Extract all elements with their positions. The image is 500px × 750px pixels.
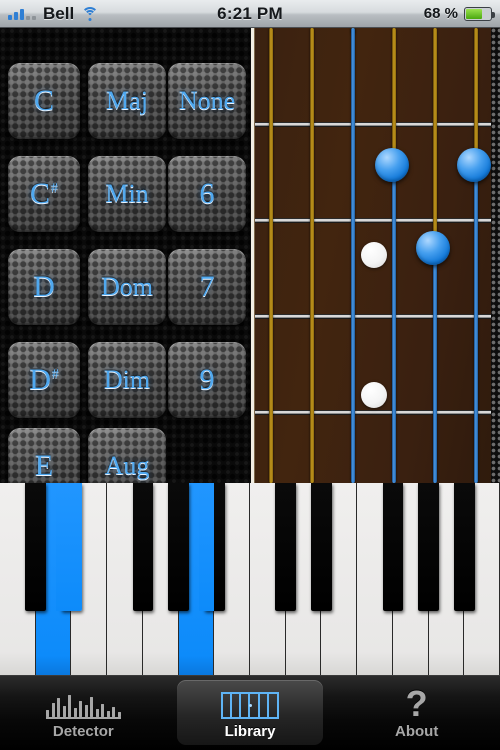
tab-about[interactable]: ? About — [333, 676, 500, 750]
fretboard-edge-right — [491, 28, 500, 483]
fretboard-icon — [221, 687, 279, 719]
sharp-symbol: # — [51, 366, 59, 381]
spectrum-icon — [46, 687, 121, 719]
battery-icon — [464, 6, 495, 21]
guitar-string[interactable] — [310, 28, 314, 483]
piano-black-key[interactable] — [168, 483, 189, 611]
main-content: C Maj None C# Min 6 D Dom 7 D# Dim 9 E Aug — [0, 28, 500, 504]
finger-position-dot[interactable] — [457, 148, 491, 182]
app-root: Bell 6:21 PM 68 % C Maj None C# Min 6 D Dom 7 D# D… — [0, 0, 500, 750]
tab-bar: Detector Library ? About — [0, 675, 500, 750]
chord-button-label: 9 — [199, 363, 215, 396]
tab-detector-label: Detector — [52, 722, 114, 740]
piano-keyboard-diagram[interactable] — [0, 483, 500, 675]
finger-position-dot[interactable] — [375, 148, 409, 182]
finger-position-dot[interactable] — [416, 231, 450, 265]
status-bar-right: 68 % — [250, 5, 495, 22]
chord-button-label: 7 — [199, 270, 215, 303]
guitar-fretboard-diagram[interactable] — [250, 28, 500, 483]
tab-about-label: About — [395, 722, 439, 740]
chord-button-label: C# — [30, 177, 58, 210]
piano-black-key[interactable] — [311, 483, 332, 611]
piano-black-key[interactable] — [453, 483, 475, 611]
chord-selector-grid: C Maj None C# Min 6 D Dom 7 D# Dim 9 E Aug — [0, 28, 250, 504]
chord-button-9[interactable]: 9 — [168, 342, 246, 418]
fret-line — [255, 314, 491, 319]
chord-button-min[interactable]: Min — [88, 156, 166, 232]
chord-button-maj[interactable]: Maj — [88, 63, 166, 139]
chord-button-none[interactable]: None — [168, 63, 246, 139]
battery-percent-label: 68 % — [423, 5, 458, 22]
chord-button-label: D# — [29, 363, 59, 396]
chord-button-dom[interactable]: Dom — [88, 249, 166, 325]
chord-button-6[interactable]: 6 — [168, 156, 246, 232]
question-mark-icon: ? — [405, 682, 428, 724]
tab-library-label: Library — [224, 722, 276, 740]
guitar-string[interactable] — [269, 28, 273, 483]
status-bar: Bell 6:21 PM 68 % — [0, 0, 500, 28]
piano-black-key[interactable] — [132, 483, 154, 611]
fretboard-inlay-marker — [361, 242, 387, 268]
guitar-string-fretted[interactable] — [392, 165, 396, 483]
chord-button-label: Dom — [101, 272, 153, 301]
piano-black-key[interactable] — [382, 483, 404, 611]
chord-button-label: None — [178, 86, 236, 115]
chord-button-label: Dim — [103, 365, 151, 394]
chord-button-label: D — [33, 270, 55, 303]
piano-white-key-highlight-stem — [199, 483, 215, 611]
chord-button-label: Min — [105, 179, 149, 208]
guitar-string[interactable] — [433, 28, 437, 254]
chord-button-label: Maj — [106, 86, 148, 115]
fretboard-inlay-marker — [361, 382, 387, 408]
chord-button-label: E — [34, 449, 54, 482]
chord-button-dim[interactable]: Dim — [88, 342, 166, 418]
fret-line — [255, 122, 491, 127]
tab-library[interactable]: Library — [167, 676, 334, 750]
chord-button-label: 6 — [199, 177, 215, 210]
sharp-symbol: # — [51, 180, 58, 195]
chord-button-dsharp[interactable]: D# — [8, 342, 80, 418]
piano-black-key[interactable] — [418, 483, 439, 611]
signal-strength-icon — [8, 7, 36, 20]
guitar-string-fretted[interactable] — [351, 28, 355, 483]
chord-button-d[interactable]: D — [8, 249, 80, 325]
piano-white-key-highlight-stem — [56, 483, 72, 611]
guitar-string-fretted[interactable] — [474, 165, 478, 483]
chord-button-7[interactable]: 7 — [168, 249, 246, 325]
piano-black-key[interactable] — [25, 483, 47, 611]
piano-black-key[interactable] — [275, 483, 297, 611]
chord-button-label: C — [33, 84, 54, 117]
guitar-string-fretted[interactable] — [433, 248, 437, 483]
chord-button-csharp[interactable]: C# — [8, 156, 80, 232]
fret-line — [255, 218, 491, 223]
tab-detector[interactable]: Detector — [0, 676, 167, 750]
fret-line — [255, 410, 491, 415]
chord-button-label: Aug — [104, 451, 150, 480]
chord-button-c[interactable]: C — [8, 63, 80, 139]
